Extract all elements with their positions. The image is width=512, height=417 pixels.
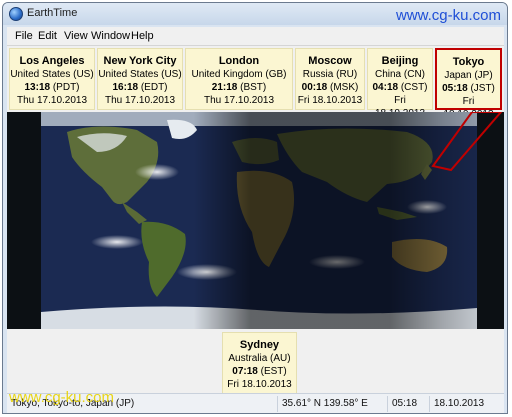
city-name: New York City: [103, 55, 177, 67]
app-window: EarthTime www.cg-ku.com File Edit View W…: [2, 2, 508, 414]
city-card-new-york[interactable]: New York City United States (US) 16:18 (…: [97, 48, 183, 110]
city-card-london[interactable]: London United Kingdom (GB) 21:18 (BST) T…: [185, 48, 293, 110]
status-time: 05:18: [387, 396, 429, 412]
city-card-sydney[interactable]: Sydney Australia (AU) 07:18 (EST) Fri 18…: [222, 332, 297, 394]
city-date: Fri 18.10.2013: [227, 379, 292, 390]
city-time: 05:18: [442, 83, 468, 94]
city-date: Thu 17.10.2013: [104, 95, 176, 106]
city-country: United Kingdom (GB): [191, 69, 287, 80]
city-name: Los Angeles: [19, 55, 85, 67]
map-margin-right: [477, 112, 504, 329]
menu-bar: File Edit View Window Help: [7, 27, 504, 46]
city-date: Thu 17.10.2013: [203, 95, 275, 106]
city-zone: (BST): [240, 82, 267, 93]
city-zone: (PDT): [52, 82, 80, 93]
menu-view[interactable]: View: [64, 30, 88, 42]
city-name: Sydney: [239, 339, 280, 351]
title-bar[interactable]: EarthTime www.cg-ku.com: [3, 3, 507, 25]
city-date: Thu 17.10.2013: [16, 95, 88, 106]
menu-edit[interactable]: Edit: [38, 30, 57, 42]
city-country: Russia (RU): [302, 69, 358, 80]
city-zone: (MSK): [330, 82, 359, 93]
city-zone: (CST): [400, 82, 428, 93]
city-name: Beijing: [381, 55, 419, 67]
city-name: Tokyo: [452, 56, 485, 68]
city-card-beijing[interactable]: Beijing China (CN) 04:18 (CST) Fri 18.10…: [367, 48, 433, 119]
city-card-tokyo[interactable]: Tokyo Japan (JP) 05:18 (JST) Fri 18.10.2…: [435, 48, 502, 120]
night-shadow: [41, 112, 477, 329]
status-coordinates: 35.61° N 139.58° E: [277, 396, 387, 412]
city-country: United States (US): [98, 69, 182, 80]
city-country: China (CN): [374, 69, 425, 80]
city-time: 04:18: [372, 82, 399, 93]
city-name: Moscow: [308, 55, 352, 67]
city-time: 21:18: [211, 82, 238, 93]
city-zone: (EST): [260, 366, 287, 377]
main-area: Los Angeles United States (US) 13:18 (PD…: [7, 46, 504, 413]
city-card-moscow[interactable]: Moscow Russia (RU) 00:18 (MSK) Fri 18.10…: [295, 48, 365, 110]
status-date: 18.10.2013: [429, 396, 504, 412]
menu-help[interactable]: Help: [131, 30, 154, 42]
city-time: 07:18: [232, 366, 258, 377]
city-zone: (EDT): [140, 82, 168, 93]
city-card-los-angeles[interactable]: Los Angeles United States (US) 13:18 (PD…: [9, 48, 95, 110]
city-time: 16:18: [112, 82, 139, 93]
globe-icon: [9, 7, 23, 21]
city-zone: (JST): [470, 83, 495, 94]
city-country: Australia (AU): [228, 353, 291, 364]
city-country: United States (US): [10, 69, 94, 80]
menu-window[interactable]: Window: [91, 30, 130, 42]
world-map-graphic: [7, 112, 504, 329]
watermark-text: www.cg-ku.com: [395, 7, 501, 24]
menu-file[interactable]: File: [15, 30, 33, 42]
city-time: 13:18: [24, 82, 51, 93]
city-name: London: [218, 55, 260, 67]
map-margin-left: [7, 112, 41, 329]
city-date: Fri 18.10.2013: [297, 95, 363, 106]
world-map[interactable]: [7, 112, 504, 329]
city-time: 00:18: [301, 82, 328, 93]
watermark-text-bottom: www.cg-ku.com: [9, 389, 115, 406]
window-title: EarthTime: [27, 7, 78, 19]
city-country: Japan (JP): [444, 70, 493, 81]
